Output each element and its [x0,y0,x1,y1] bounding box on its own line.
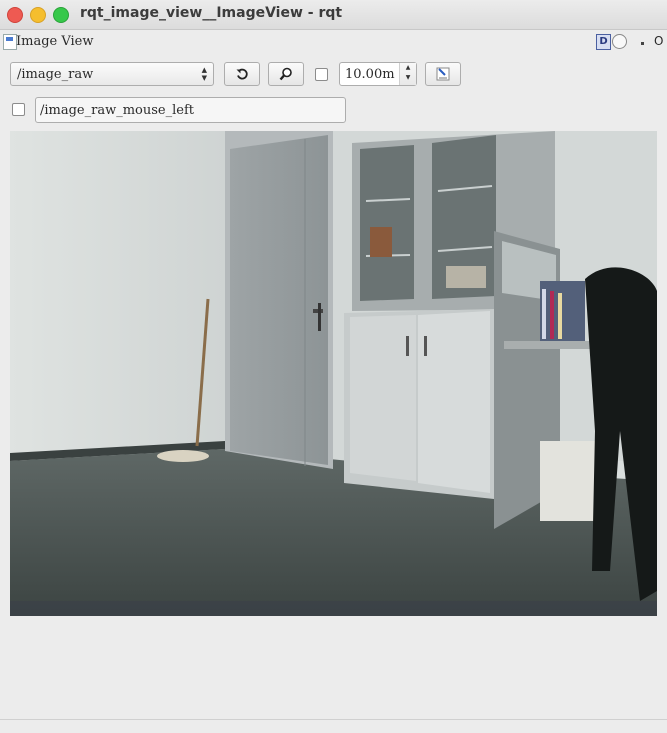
window-minimize-button[interactable] [30,7,46,23]
minimize-plugin-icon[interactable] [641,42,644,45]
plugin-header: Image View D O [0,31,667,53]
window-close-button[interactable] [7,7,23,23]
help-icon[interactable] [612,34,627,49]
topic-select[interactable]: /image_raw ▲ ▼ [10,62,214,86]
refresh-button[interactable] [224,62,260,86]
zoom-button[interactable] [268,62,304,86]
chevron-updown-icon: ▲ ▼ [201,66,207,82]
dynamic-range-checkbox[interactable] [315,68,328,81]
mouse-topic-field[interactable]: /image_raw_mouse_left [35,97,346,123]
timeout-spinbox[interactable]: 10.00m ▲ ▼ [339,62,417,86]
magnifier-icon [279,67,292,81]
dock-button[interactable]: D [596,34,611,50]
window-title: rqt_image_view__ImageView - rqt [80,5,343,21]
spin-arrows-icon[interactable]: ▲ ▼ [399,63,416,85]
save-image-button[interactable] [425,62,461,86]
mouse-topic-value: /image_raw_mouse_left [40,103,195,118]
camera-image-view[interactable] [10,131,657,616]
refresh-icon [236,68,248,80]
topic-select-value: /image_raw [17,67,94,82]
save-image-icon [436,67,450,81]
window-titlebar: rqt_image_view__ImageView - rqt [0,0,667,30]
timeout-value: 10.00m [345,67,395,82]
camera-image [10,131,657,616]
window-maximize-button[interactable] [53,7,69,23]
close-plugin-button[interactable]: O [654,34,663,48]
status-bar-divider [0,719,667,720]
mouse-publish-checkbox[interactable] [12,103,25,116]
plugin-icon [3,34,17,50]
plugin-title: Image View [16,34,94,49]
